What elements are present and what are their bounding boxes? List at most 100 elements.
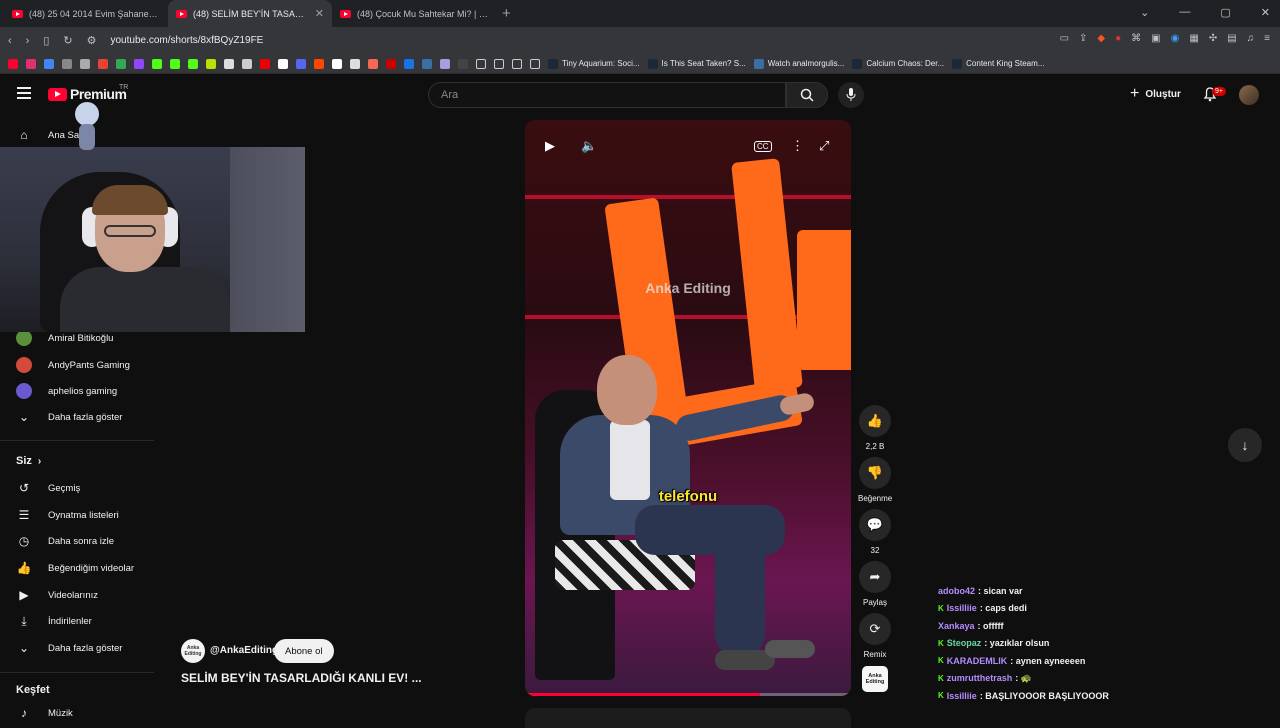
ublock-icon[interactable]: ● <box>1115 33 1121 44</box>
install-icon[interactable]: ▭ <box>1060 33 1069 44</box>
menu-icon[interactable] <box>17 87 31 99</box>
bookmark-link[interactable]: Calcium Chaos: Der... <box>852 58 944 69</box>
voice-search-button[interactable] <box>838 82 864 108</box>
share-button[interactable]: ➦ Paylaş <box>858 561 892 607</box>
account-avatar[interactable] <box>1239 85 1259 105</box>
bookmark-icon[interactable]: ▯ <box>43 34 49 47</box>
browser-tab[interactable]: (48) 25 04 2014 Evim Şahane - YouTu <box>4 0 168 27</box>
tab-search-icon[interactable]: ⌄ <box>1140 6 1149 19</box>
like-button[interactable]: 👍 2,2 B <box>858 405 892 451</box>
sidebar-item-watch-later[interactable]: ◷ Daha sonra izle <box>16 534 114 548</box>
show-more-button[interactable]: ⌄ Daha fazla göster <box>16 410 123 424</box>
you-section-header[interactable]: Siz › <box>16 455 41 467</box>
sidebar-item-liked[interactable]: 👍 Beğendiğim videolar <box>16 561 135 575</box>
puzzle-icon[interactable]: ✣ <box>1209 33 1217 44</box>
maximize-icon[interactable]: ▢ <box>1220 6 1230 19</box>
bookmark-link[interactable]: Watch analmorgulis... <box>753 58 844 69</box>
bookmark-icon[interactable] <box>368 58 378 69</box>
subscription-item[interactable]: AndyPants Gaming <box>16 357 130 373</box>
sidebar-item-downloads[interactable]: ⤓ İndirilenler <box>16 614 91 628</box>
sidebar-item-playlists[interactable]: ☰ Oynatma listeleri <box>16 508 119 522</box>
folder-icon[interactable] <box>530 58 540 69</box>
bookmark-icon[interactable] <box>224 58 234 69</box>
remix-button[interactable]: ⟳ Remix <box>858 613 892 659</box>
youtube-logo[interactable]: Premium <box>48 86 127 102</box>
subscription-item[interactable]: aphelios gaming <box>16 383 117 399</box>
channel-thumbnail[interactable]: Anka Editing <box>862 666 888 692</box>
bookmark-icon[interactable] <box>260 58 270 69</box>
url-field[interactable]: youtube.com/shorts/8xfBQyZ19FE <box>111 35 264 46</box>
subscribe-button[interactable]: Abone ol <box>274 639 334 663</box>
bookmark-icon[interactable] <box>80 58 90 69</box>
bookmark-icon[interactable] <box>206 58 216 69</box>
create-button[interactable]: + Oluştur <box>1130 85 1181 103</box>
search-button[interactable] <box>786 82 828 108</box>
kick-bookmark-icon[interactable] <box>170 58 180 69</box>
bookmark-icon[interactable] <box>44 58 54 69</box>
short-title[interactable]: SELİM BEY'İN TASARLADIĞI KANLI EV! ... <box>181 671 422 685</box>
close-window-icon[interactable]: ✕ <box>1261 6 1270 19</box>
close-tab-icon[interactable]: ✕ <box>315 7 324 20</box>
dislike-button[interactable]: 👎 Beğenme <box>858 457 892 503</box>
new-tab-icon[interactable]: + <box>502 5 511 22</box>
gmail-bookmark-icon[interactable] <box>98 58 108 69</box>
share-icon[interactable]: ⇪ <box>1079 33 1087 44</box>
bookmark-link[interactable]: Tiny Aquarium: Soci... <box>548 58 640 69</box>
sidebar-item-your-videos[interactable]: ▶ Videolarınız <box>16 588 98 602</box>
bookmark-icon[interactable] <box>350 58 360 69</box>
site-info-icon[interactable]: ⚙ <box>87 34 97 47</box>
bookmark-link[interactable]: Is This Seat Taken? S... <box>647 58 746 69</box>
sidebar-icon[interactable]: ▤ <box>1227 33 1236 44</box>
shorts-player[interactable]: Anka Editing telefonu ▶ 🔈 CC ⋮ ⤢ <box>525 120 851 696</box>
media-icon[interactable]: ♫ <box>1247 33 1255 44</box>
extension-icon[interactable]: ⌘ <box>1131 33 1141 44</box>
search-input[interactable]: Ara <box>428 82 786 108</box>
sidebar-item-home[interactable]: ⌂ Ana Sa <box>16 128 79 142</box>
forward-icon[interactable]: › <box>26 35 30 47</box>
progress-bar[interactable] <box>525 693 851 696</box>
kick-bookmark-icon[interactable] <box>152 58 162 69</box>
reload-icon[interactable]: ↻ <box>63 34 72 47</box>
bookmark-icon[interactable] <box>62 58 72 69</box>
sidebar-item-history[interactable]: ↺ Geçmiş <box>16 481 80 495</box>
bookmark-icon[interactable] <box>332 58 342 69</box>
youtube-bookmark-icon[interactable] <box>8 58 18 69</box>
fullscreen-icon[interactable]: ⤢ <box>819 138 829 154</box>
back-icon[interactable]: ‹ <box>8 35 12 47</box>
volume-icon[interactable]: 🔈 <box>581 138 597 154</box>
bookmark-icon[interactable] <box>404 58 414 69</box>
reddit-bookmark-icon[interactable] <box>314 58 324 69</box>
instagram-bookmark-icon[interactable] <box>26 58 36 69</box>
browser-tab[interactable]: (48) Çocuk Mu Sahtekar Mi? | Natalie <box>332 0 496 27</box>
show-more-button[interactable]: ⌄ Daha fazla göster <box>16 641 123 655</box>
channel-avatar[interactable]: Anka Editing <box>181 639 205 663</box>
menu-icon[interactable]: ≡ <box>1264 33 1270 44</box>
twitch-bookmark-icon[interactable] <box>134 58 144 69</box>
play-icon[interactable]: ▶ <box>545 138 555 154</box>
next-short-button[interactable]: ↓ <box>1228 428 1262 462</box>
folder-icon[interactable] <box>494 58 504 69</box>
kick-bookmark-icon[interactable] <box>188 58 198 69</box>
subscription-item[interactable]: Amiral Bitikoğlu <box>16 330 113 346</box>
bookmark-icon[interactable] <box>386 58 396 69</box>
bookmark-icon[interactable] <box>458 58 468 69</box>
discord-bookmark-icon[interactable] <box>296 58 306 69</box>
brave-shield-icon[interactable]: ◆ <box>1097 33 1105 44</box>
bookmark-link[interactable]: Content King Steam... <box>952 58 1044 69</box>
browser-tab-active[interactable]: (48) SELİM BEY'İN TASARLADIĞI ✕ <box>168 0 332 27</box>
extension-icon[interactable]: ◉ <box>1171 33 1180 44</box>
x-bookmark-icon[interactable] <box>278 58 288 69</box>
bookmark-icon[interactable] <box>422 58 432 69</box>
drive-bookmark-icon[interactable] <box>116 58 126 69</box>
sidebar-item-music[interactable]: ♪ Müzik <box>16 706 73 720</box>
folder-icon[interactable] <box>476 58 486 69</box>
channel-handle[interactable]: @AnkaEditing <box>210 645 278 656</box>
next-short-preview[interactable] <box>525 708 851 728</box>
captions-icon[interactable]: CC <box>754 141 772 152</box>
comments-button[interactable]: 💬 32 <box>858 509 892 555</box>
extension-icon[interactable]: ▣ <box>1151 33 1160 44</box>
more-vertical-icon[interactable]: ⋮ <box>791 138 804 154</box>
minimize-icon[interactable]: — <box>1179 6 1190 19</box>
folder-icon[interactable] <box>512 58 522 69</box>
bookmark-icon[interactable] <box>440 58 450 69</box>
